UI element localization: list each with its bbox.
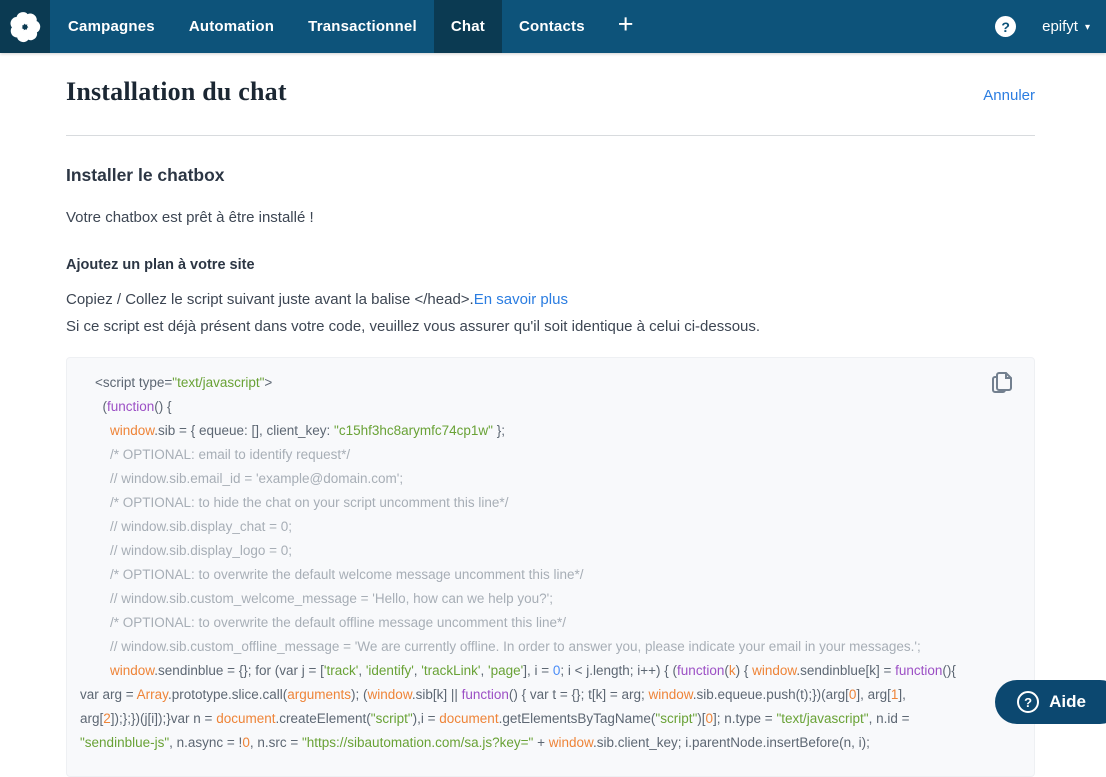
step-heading: Ajoutez un plan à votre site — [66, 257, 255, 273]
nav-item-campagnes[interactable]: Campagnes — [51, 0, 172, 53]
learn-more-link[interactable]: En savoir plus — [474, 291, 568, 308]
aide-label: Aide — [1049, 692, 1086, 711]
brand-logo[interactable] — [0, 0, 50, 53]
code-line: "sendinblue-js", n.async = !0, n.src = "… — [80, 735, 870, 750]
chatbox-ready-text: Votre chatbox est prêt à être installé ! — [66, 209, 314, 226]
code-lines: <script type="text/javascript"> (functio… — [80, 371, 988, 755]
add-app-button[interactable]: + — [602, 0, 650, 53]
code-line: // window.sib.email_id = 'example@domain… — [80, 471, 404, 486]
code-line: /* OPTIONAL: to overwrite the default we… — [80, 567, 584, 582]
top-navbar: Campagnes Automation Transactionnel Chat Con… — [0, 0, 1106, 53]
account-menu[interactable]: epifyt ▾ — [1042, 18, 1090, 35]
code-line: var arg = Array.prototype.slice.call(arg… — [80, 687, 906, 702]
code-line: /* OPTIONAL: to hide the chat on your sc… — [80, 495, 509, 510]
copy-code-button[interactable] — [990, 370, 1014, 396]
nav-item-transactionnel[interactable]: Transactionnel — [291, 0, 434, 53]
sendinblue-flower-icon — [10, 11, 41, 42]
nav-item-contacts[interactable]: Contacts — [502, 0, 602, 53]
header-divider — [66, 135, 1035, 136]
help-icon[interactable]: ? — [995, 16, 1017, 37]
section-heading: Installer le chatbox — [66, 165, 225, 185]
instruction-line1: Copiez / Collez le script suivant juste … — [66, 291, 474, 308]
navbar-right: ? epifyt ▾ — [995, 0, 1106, 53]
nav-items: Campagnes Automation Transactionnel Chat Con… — [51, 0, 602, 53]
nav-item-automation[interactable]: Automation — [172, 0, 291, 53]
instructions: Copiez / Collez le script suivant juste … — [66, 286, 1035, 340]
code-snippet-box: <script type="text/javascript"> (functio… — [66, 357, 1035, 777]
chevron-down-icon: ▾ — [1084, 22, 1090, 33]
code-line: /* OPTIONAL: email to identify request*/ — [80, 447, 351, 462]
code-line: // window.sib.custom_offline_message = '… — [80, 639, 921, 654]
copy-icon — [992, 372, 1012, 393]
code-line: <script type="text/javascript"> — [80, 375, 273, 390]
account-name: epifyt — [1042, 18, 1078, 35]
code-line: (function() { — [80, 399, 172, 414]
nav-item-chat[interactable]: Chat — [433, 0, 502, 53]
page-title: Installation du chat — [66, 77, 287, 106]
main-content: Installation du chat Annuler Installer l… — [66, 53, 1035, 777]
code-line: /* OPTIONAL: to overwrite the default of… — [80, 615, 566, 630]
code-line: // window.sib.display_logo = 0; — [80, 543, 292, 558]
page-header: Installation du chat Annuler — [66, 53, 1035, 107]
aide-help-button[interactable]: ? Aide — [995, 680, 1106, 724]
question-circle-icon: ? — [1017, 691, 1040, 713]
code-line: window.sib = { equeue: [], client_key: "… — [110, 423, 505, 438]
code-line: // window.sib.display_chat = 0; — [80, 519, 292, 534]
cancel-link[interactable]: Annuler — [983, 87, 1035, 104]
code-line: // window.sib.custom_welcome_message = '… — [80, 591, 554, 606]
code-line: arg[2]);};})(j[i]);}var n = document.cre… — [80, 711, 910, 726]
code-line: window.sendinblue = {}; for (var j = ['t… — [110, 663, 956, 678]
instruction-line2: Si ce script est déjà présent dans votre… — [66, 318, 761, 335]
